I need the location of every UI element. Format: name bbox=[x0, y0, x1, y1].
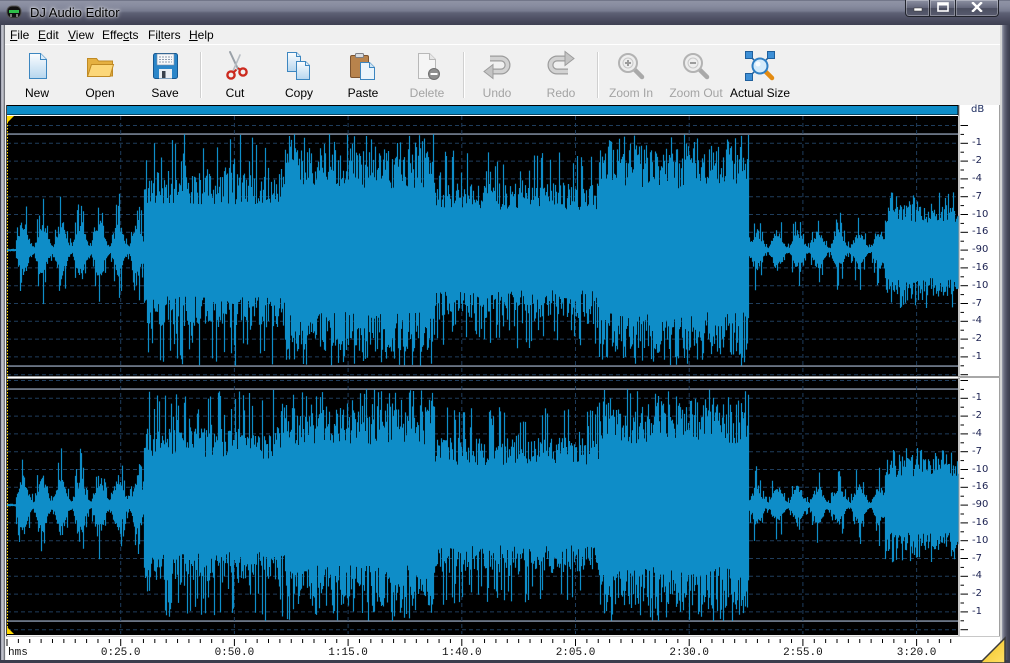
delete-button[interactable]: Delete bbox=[395, 50, 459, 102]
menu-text: Effe bbox=[102, 28, 124, 42]
db-tick-label: -10 bbox=[972, 279, 989, 291]
scissors-icon bbox=[219, 50, 251, 82]
close-icon bbox=[971, 1, 983, 15]
time-tick-label: 1:40.0 bbox=[441, 647, 482, 659]
db-tick-label: -16 bbox=[972, 261, 989, 273]
db-tick-label: -90 bbox=[972, 499, 989, 511]
menu-help[interactable]: Help bbox=[189, 28, 214, 42]
db-tick-label: -16 bbox=[972, 226, 989, 238]
window-frame-left[interactable] bbox=[0, 25, 5, 663]
dj-headphones-icon bbox=[6, 4, 22, 20]
db-tick-label: -90 bbox=[972, 244, 989, 256]
menu-accelerator-key: H bbox=[189, 28, 198, 42]
time-tick-label: 2:30.0 bbox=[669, 647, 709, 659]
db-tick-label: -2 bbox=[972, 410, 982, 422]
resize-grip[interactable] bbox=[978, 636, 1010, 663]
db-tick-label: -4 bbox=[972, 172, 982, 184]
window-frame-right[interactable] bbox=[1000, 25, 1010, 663]
db-tick-label: -4 bbox=[972, 570, 982, 582]
db-tick-label: -4 bbox=[972, 315, 982, 327]
db-tick-label: -7 bbox=[972, 552, 982, 564]
waveform-view[interactable] bbox=[6, 105, 960, 636]
db-tick-label: -1 bbox=[972, 605, 982, 617]
db-tick-label: -7 bbox=[972, 445, 982, 457]
db-tick-label: -2 bbox=[972, 588, 982, 600]
menu-text: ile bbox=[17, 28, 30, 42]
db-tick-label: -1 bbox=[972, 392, 982, 404]
menu-text: ts bbox=[129, 28, 139, 42]
db-tick-label: -2 bbox=[972, 155, 982, 167]
minimize-button[interactable] bbox=[905, 0, 930, 17]
db-tick-label: -10 bbox=[972, 208, 989, 220]
paste-clipboard-icon bbox=[347, 50, 379, 82]
time-tick-label: 1:15.0 bbox=[328, 647, 368, 659]
copy-icon bbox=[283, 50, 315, 82]
new-file-icon bbox=[21, 50, 53, 82]
menu-bar: File Edit View Effects Filters Help bbox=[5, 25, 1000, 45]
actual-size-button[interactable]: Actual Size bbox=[728, 50, 792, 102]
db-tick-label: -7 bbox=[972, 190, 982, 202]
menu-text: Fi bbox=[148, 28, 158, 42]
close-button[interactable] bbox=[956, 0, 999, 17]
db-tick-label: -7 bbox=[972, 297, 982, 309]
menu-accelerator-key: V bbox=[68, 28, 76, 42]
overview-bar[interactable] bbox=[6, 105, 959, 116]
open-folder-icon bbox=[84, 50, 116, 82]
redo-arrow-icon bbox=[545, 50, 577, 82]
zoom-out-icon bbox=[680, 50, 712, 82]
delete-icon bbox=[411, 50, 443, 82]
maximize-button[interactable] bbox=[930, 0, 956, 17]
menu-text: dit bbox=[46, 28, 59, 42]
time-tick-label: 3:20.0 bbox=[896, 647, 937, 659]
db-unit-label: dB bbox=[971, 104, 985, 115]
time-tick-label: 0:25.0 bbox=[100, 647, 141, 659]
minimize-icon bbox=[913, 1, 923, 15]
save-button[interactable]: Save bbox=[133, 50, 197, 102]
title-bar[interactable]: DJ Audio Editor bbox=[0, 0, 1010, 25]
redo-button[interactable]: Redo bbox=[529, 50, 593, 102]
channel-divider-highlight bbox=[6, 377, 960, 378]
undo-arrow-icon bbox=[481, 50, 513, 82]
resize-grip-triangle[interactable] bbox=[978, 636, 1006, 663]
db-tick-label: -10 bbox=[972, 534, 989, 546]
maximize-icon bbox=[936, 1, 949, 15]
db-tick-label: -16 bbox=[972, 481, 989, 493]
actual-size-icon bbox=[744, 50, 776, 82]
db-tick-label: -4 bbox=[972, 427, 982, 439]
time-tick-label: 2:05.0 bbox=[555, 647, 596, 659]
db-tick-label: -10 bbox=[972, 463, 989, 475]
menu-accelerator-key: E bbox=[38, 28, 47, 42]
time-unit-label: hms bbox=[8, 647, 28, 659]
time-tick-label: 2:55.0 bbox=[783, 647, 823, 659]
channel-divider[interactable] bbox=[6, 376, 960, 377]
channel-divider-shadow bbox=[6, 378, 960, 379]
db-tick-label: -16 bbox=[972, 516, 989, 528]
menu-filters[interactable]: Filters bbox=[148, 28, 181, 42]
menu-view[interactable]: View bbox=[68, 28, 94, 42]
actual-size-label: Actual Size bbox=[729, 86, 791, 100]
menu-text: ters bbox=[160, 28, 181, 42]
menu-file[interactable]: File bbox=[10, 28, 29, 42]
db-tick-label: -1 bbox=[972, 137, 982, 149]
menu-effects[interactable]: Effects bbox=[102, 28, 138, 42]
db-tick-label: -2 bbox=[972, 333, 982, 345]
menu-text: iew bbox=[75, 28, 94, 42]
db-tick-label: -1 bbox=[972, 350, 982, 362]
time-tick-label: 0:50.0 bbox=[214, 647, 255, 659]
menu-text: elp bbox=[197, 28, 214, 42]
menu-edit[interactable]: Edit bbox=[38, 28, 59, 42]
save-floppy-icon bbox=[149, 50, 181, 82]
window-title: DJ Audio Editor bbox=[30, 5, 120, 20]
zoom-in-icon bbox=[615, 50, 647, 82]
time-ruler-ticks bbox=[6, 639, 952, 646]
